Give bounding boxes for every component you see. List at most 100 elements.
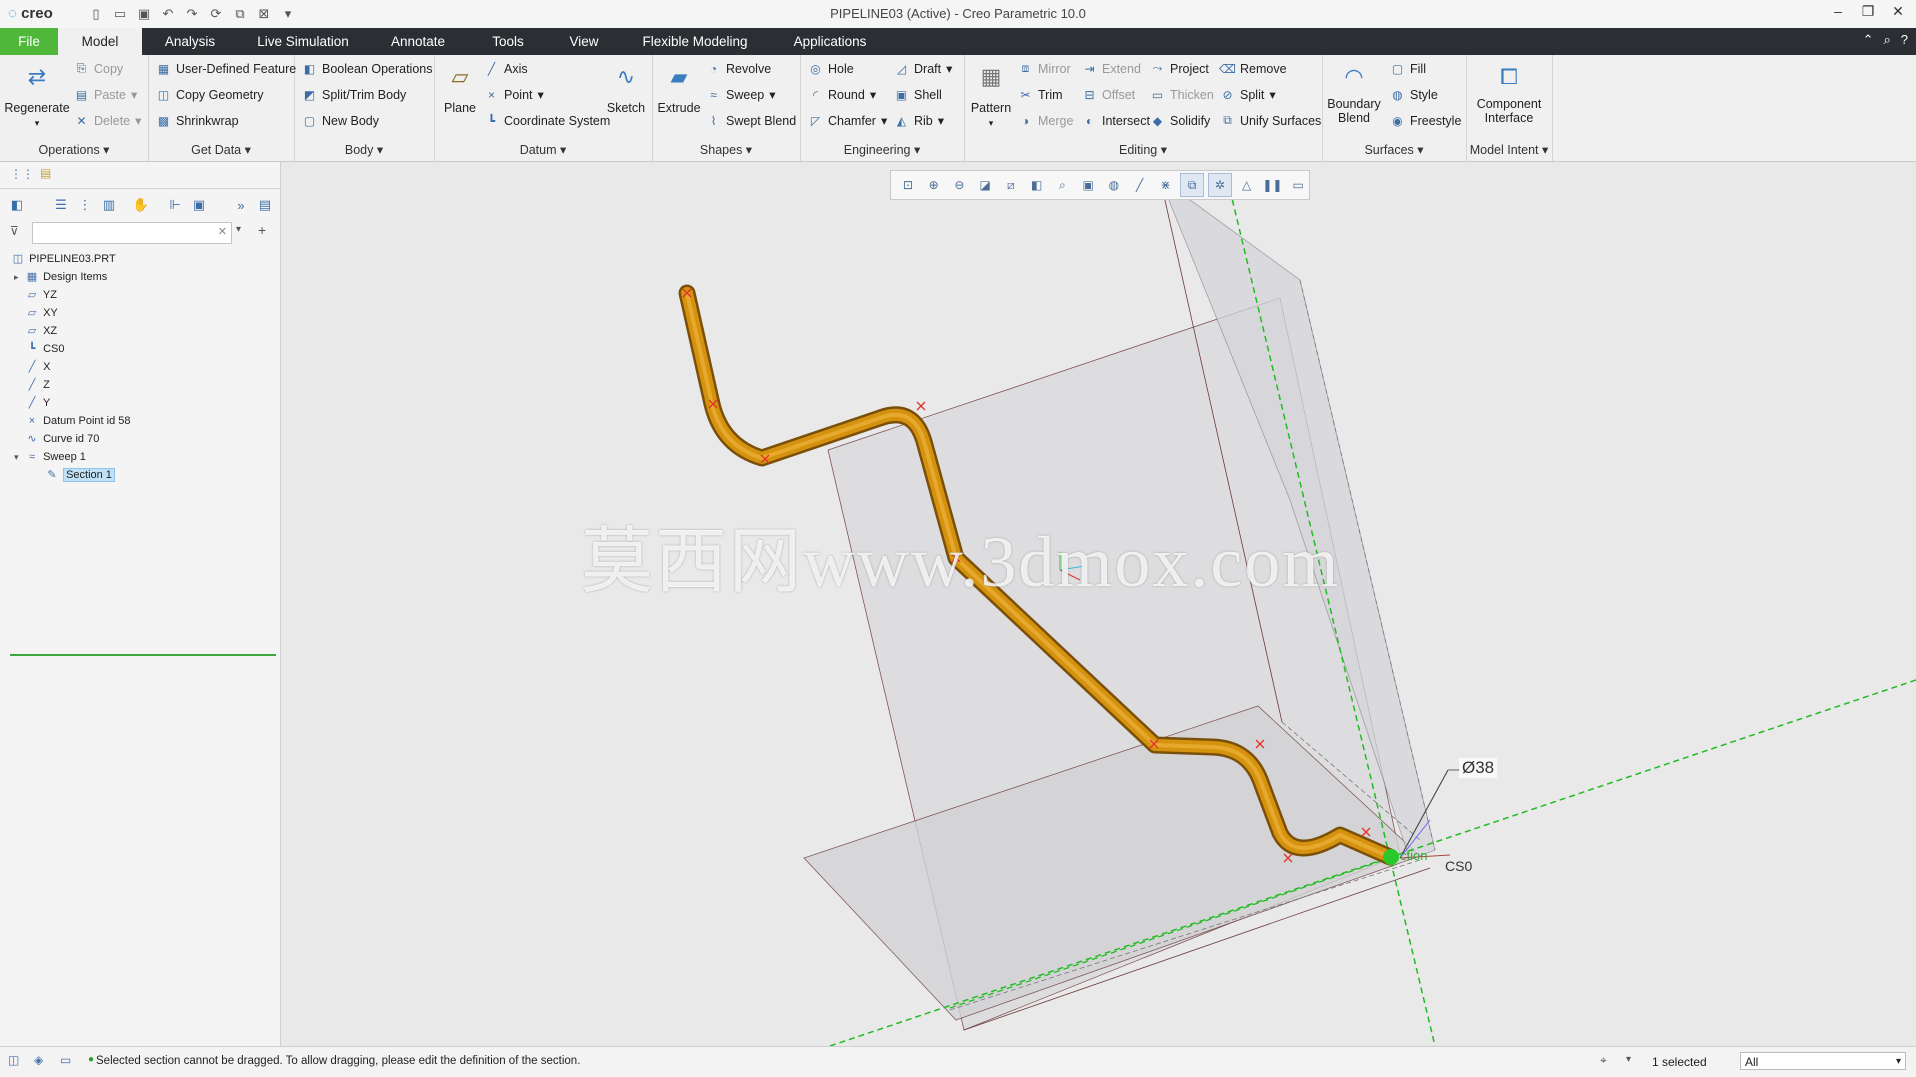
tree-node-xy[interactable]: ▱ XY	[24, 304, 58, 322]
project-button[interactable]: ⤳ Project	[1150, 61, 1209, 76]
unify-surfaces-button[interactable]: ⧉ Unify Surfaces	[1220, 113, 1321, 128]
appearance-icon[interactable]: △	[1236, 174, 1258, 196]
round-button[interactable]: ◜ Round ▾	[808, 87, 876, 103]
tree-node-design-items[interactable]: ▸ ▦ Design Items	[14, 268, 107, 286]
expand-more-icon[interactable]: »	[232, 196, 250, 214]
selection-filter-select[interactable]: All ▾	[1740, 1052, 1906, 1070]
solidify-button[interactable]: ◆ Solidify	[1150, 113, 1210, 128]
model-display-icon[interactable]: ◧	[8, 196, 26, 214]
regenerate-button[interactable]: ⇄ Regenerate ▾	[4, 59, 70, 129]
refit-icon[interactable]: ⊡	[897, 174, 919, 196]
coordinate-system-button[interactable]: ┗ Coordinate System	[484, 113, 610, 128]
saved-views-icon[interactable]: ⌕	[1052, 174, 1074, 196]
search-dropdown-icon[interactable]: ▾	[236, 224, 241, 235]
group-label-surfaces[interactable]: Surfaces ▾	[1322, 142, 1466, 157]
extrude-button[interactable]: ▰ Extrude	[654, 59, 704, 115]
remove-button[interactable]: ⌫ Remove	[1219, 61, 1287, 76]
diameter-dimension[interactable]: Ø38	[1459, 758, 1498, 778]
tree-search-input[interactable]: ✕	[32, 222, 232, 244]
zoom-out-icon[interactable]: ⊖	[949, 174, 971, 196]
tree-columns-settings-icon[interactable]: ▣	[190, 196, 208, 214]
revolve-button[interactable]: ◔ Revolve	[706, 61, 771, 76]
group-label-get-data[interactable]: Get Data ▾	[148, 142, 294, 157]
search-icon[interactable]: ⌕	[1883, 32, 1890, 48]
style-button[interactable]: ◍ Style	[1390, 87, 1438, 102]
hole-button[interactable]: ◎ Hole	[808, 61, 853, 76]
delete-button[interactable]: ✕ Delete ▾	[74, 113, 141, 129]
new-body-button[interactable]: ▢ New Body	[302, 113, 379, 128]
toggle-navigator-icon[interactable]: ◫	[8, 1053, 19, 1067]
selected-count[interactable]: 1 selected	[1652, 1055, 1707, 1069]
component-interface-button[interactable]: ⧠ Component Interface	[1468, 59, 1550, 125]
tree-node-xz[interactable]: ▱ XZ	[24, 322, 57, 340]
swept-blend-button[interactable]: ⌇ Swept Blend	[706, 113, 797, 128]
sketch-button[interactable]: ∿ Sketch	[604, 59, 648, 115]
find-icon[interactable]: ⌖	[1600, 1053, 1607, 1068]
tree-columns-icon[interactable]: ▥	[100, 196, 118, 214]
find-dropdown-icon[interactable]: ▾	[1626, 1054, 1631, 1065]
tree-detail-icon[interactable]: ⋮	[76, 196, 94, 214]
show-icon[interactable]: ✋	[132, 196, 150, 214]
split-trim-body-button[interactable]: ◩ Split/Trim Body	[302, 87, 406, 102]
expand-arrow-icon[interactable]: ▸	[14, 268, 24, 286]
annotation-display-icon[interactable]: ⧉	[1180, 173, 1204, 197]
fill-button[interactable]: ▢ Fill	[1390, 61, 1426, 76]
spin-center-icon[interactable]: ✲	[1208, 173, 1232, 197]
group-label-shapes[interactable]: Shapes ▾	[652, 142, 800, 157]
tree-node-x-axis[interactable]: ╱ X	[24, 358, 51, 376]
trim-button[interactable]: ✂ Trim	[1018, 87, 1062, 102]
shell-button[interactable]: ▣ Shell	[894, 87, 942, 102]
extend-button[interactable]: ⇥ Extend	[1082, 61, 1140, 76]
shrinkwrap-button[interactable]: ▩ Shrinkwrap	[156, 113, 239, 128]
plane-button[interactable]: ▱ Plane	[438, 59, 482, 115]
tree-node-root[interactable]: ◫ PIPELINE03.PRT	[10, 250, 116, 268]
group-label-engineering[interactable]: Engineering ▾	[800, 142, 964, 157]
tab-applications[interactable]: Applications	[780, 28, 880, 55]
user-defined-feature-button[interactable]: ▦ User-Defined Feature	[156, 61, 296, 76]
toggle-browser-icon[interactable]: ◈	[34, 1053, 43, 1067]
group-label-body[interactable]: Body ▾	[294, 142, 434, 157]
graphics-window[interactable]: 莫西网www.3dmox.com Ø38 ction CS0	[281, 162, 1916, 1046]
tree-node-z-axis[interactable]: ╱ Z	[24, 376, 50, 394]
tab-tools[interactable]: Tools	[478, 28, 538, 55]
merge-button[interactable]: ◑ Merge	[1018, 113, 1074, 128]
tab-file[interactable]: File	[0, 28, 58, 55]
sketch-view-icon[interactable]: ╱	[1129, 174, 1151, 196]
copy-geometry-button[interactable]: ◫ Copy Geometry	[156, 87, 264, 102]
tab-live-simulation[interactable]: Live Simulation	[250, 28, 356, 55]
pause-icon[interactable]: ❚❚	[1262, 174, 1284, 196]
collapse-ribbon-icon[interactable]: ⌃	[1863, 32, 1874, 48]
section-view-icon[interactable]: ◍	[1103, 174, 1125, 196]
view-options-icon[interactable]: ▭	[1287, 174, 1309, 196]
intersect-button[interactable]: ◐ Intersect	[1082, 113, 1150, 128]
tab-model[interactable]: Model	[58, 28, 142, 55]
axis-button[interactable]: ╱ Axis	[484, 61, 528, 76]
mirror-button[interactable]: ⧈ Mirror	[1018, 61, 1071, 76]
zoom-in-icon[interactable]: ⊕	[923, 174, 945, 196]
chamfer-button[interactable]: ◸ Chamfer ▾	[808, 113, 887, 129]
clear-search-icon[interactable]: ✕	[218, 225, 227, 238]
close-icon[interactable]: ✕	[1888, 3, 1908, 20]
help-icon[interactable]: ?	[1901, 32, 1908, 48]
sweep-button[interactable]: ≈ Sweep ▾	[706, 87, 775, 103]
freestyle-button[interactable]: ◉ Freestyle	[1390, 113, 1461, 128]
tree-node-section[interactable]: ✎ Section 1	[44, 466, 115, 484]
rib-button[interactable]: ◭ Rib ▾	[894, 113, 944, 129]
group-label-operations[interactable]: Operations ▾	[0, 142, 148, 157]
tab-annotate[interactable]: Annotate	[380, 28, 456, 55]
tree-list-icon[interactable]: ☰	[52, 196, 70, 214]
tree-node-curve[interactable]: ∿ Curve id 70	[24, 430, 99, 448]
boundary-blend-button[interactable]: ◠ Boundary Blend	[1324, 59, 1384, 125]
collapse-arrow-icon[interactable]: ▾	[14, 448, 24, 466]
full-screen-icon[interactable]: ▭	[60, 1053, 71, 1067]
pattern-button[interactable]: ▦ Pattern ▾	[968, 59, 1014, 129]
model-tree-tab-icon[interactable]: ⋮⋮	[10, 167, 34, 181]
paste-button[interactable]: ▤ Paste ▾	[74, 87, 137, 103]
repaint-icon[interactable]: ◪	[974, 174, 996, 196]
group-label-model-intent[interactable]: Model Intent ▾	[1466, 142, 1552, 157]
draft-button[interactable]: ◿ Draft ▾	[894, 61, 953, 77]
offset-button[interactable]: ⊟ Offset	[1082, 87, 1135, 102]
perspective-icon[interactable]: ⧄	[1000, 174, 1022, 196]
group-label-editing[interactable]: Editing ▾	[964, 142, 1322, 157]
restore-icon[interactable]: ❐	[1858, 3, 1878, 20]
